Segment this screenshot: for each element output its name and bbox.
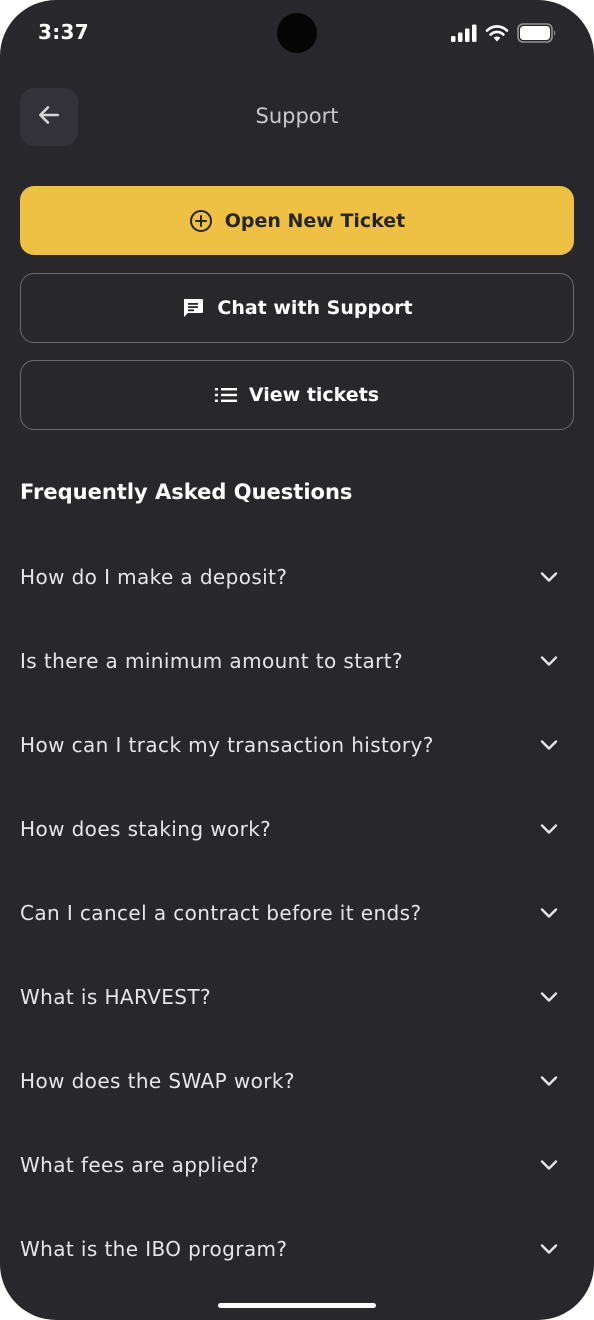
chevron-down-icon — [540, 823, 558, 835]
faq-question: What is the IBO program? — [20, 1237, 288, 1261]
faq-list: How do I make a deposit? Is there a mini… — [0, 535, 594, 1291]
battery-icon — [517, 23, 557, 43]
chevron-down-icon — [540, 1243, 558, 1255]
chevron-down-icon — [540, 991, 558, 1003]
status-icons — [451, 21, 557, 45]
chevron-down-icon — [540, 1159, 558, 1171]
open-new-ticket-button[interactable]: Open New Ticket — [20, 186, 574, 255]
home-indicator[interactable] — [218, 1303, 376, 1308]
chevron-down-icon — [540, 655, 558, 667]
cellular-signal-icon — [451, 24, 477, 42]
chat-with-support-label: Chat with Support — [217, 297, 413, 319]
faq-question: What is HARVEST? — [20, 985, 212, 1009]
header: Support — [0, 88, 594, 146]
faq-question: How do I make a deposit? — [20, 565, 288, 589]
faq-question: Can I cancel a contract before it ends? — [20, 901, 422, 925]
faq-item[interactable]: Is there a minimum amount to start? — [0, 619, 594, 703]
faq-question: Is there a minimum amount to start? — [20, 649, 403, 673]
faq-item[interactable]: What fees are applied? — [0, 1123, 594, 1207]
faq-item[interactable]: What is HARVEST? — [0, 955, 594, 1039]
faq-section-title: Frequently Asked Questions — [20, 480, 353, 504]
faq-question: How does staking work? — [20, 817, 272, 841]
phone-screen: 3:37 Support Open New Ticket Chat with S… — [0, 0, 594, 1320]
chevron-down-icon — [540, 907, 558, 919]
faq-question: How does the SWAP work? — [20, 1069, 295, 1093]
faq-item[interactable]: What is the IBO program? — [0, 1207, 594, 1291]
faq-question: What fees are applied? — [20, 1153, 260, 1177]
status-bar: 3:37 — [0, 0, 594, 66]
faq-item[interactable]: How can I track my transaction history? — [0, 703, 594, 787]
faq-item[interactable]: Can I cancel a contract before it ends? — [0, 871, 594, 955]
plus-circle-icon — [189, 209, 213, 233]
chevron-down-icon — [540, 739, 558, 751]
faq-question: How can I track my transaction history? — [20, 733, 434, 757]
page-title: Support — [255, 104, 339, 128]
chevron-down-icon — [540, 571, 558, 583]
status-time: 3:37 — [38, 20, 89, 44]
faq-item[interactable]: How do I make a deposit? — [0, 535, 594, 619]
chevron-down-icon — [540, 1075, 558, 1087]
chat-with-support-button[interactable]: Chat with Support — [20, 273, 574, 343]
faq-item[interactable]: How does the SWAP work? — [0, 1039, 594, 1123]
camera-notch — [277, 13, 317, 53]
view-tickets-label: View tickets — [248, 384, 380, 406]
list-icon — [214, 387, 237, 403]
open-new-ticket-label: Open New Ticket — [224, 209, 406, 232]
wifi-icon — [485, 24, 509, 42]
chat-bubble-icon — [181, 296, 205, 320]
view-tickets-button[interactable]: View tickets — [20, 360, 574, 430]
faq-item[interactable]: How does staking work? — [0, 787, 594, 871]
